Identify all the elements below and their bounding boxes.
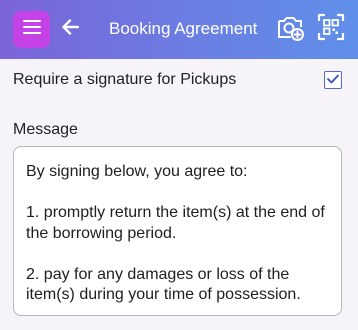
menu-button[interactable] bbox=[13, 11, 50, 48]
signature-setting-label: Require a signature for Pickups bbox=[13, 71, 237, 88]
back-button[interactable] bbox=[58, 17, 82, 41]
app-bar: Booking Agreement bbox=[0, 0, 358, 59]
signature-setting-row: Require a signature for Pickups bbox=[0, 59, 358, 103]
message-paragraph: 1. promptly return the item(s) at the en… bbox=[26, 204, 325, 242]
signature-checkbox[interactable] bbox=[324, 71, 342, 89]
page-title: Booking Agreement bbox=[109, 19, 258, 38]
message-paragraph: 2. pay for any damages or loss of the it… bbox=[26, 265, 301, 304]
message-text: By signing below, you agree to: 1. promp… bbox=[26, 162, 332, 306]
menu-icon bbox=[22, 20, 41, 39]
message-label: Message bbox=[13, 121, 78, 138]
message-textarea[interactable]: By signing below, you agree to: 1. promp… bbox=[13, 146, 342, 316]
message-paragraph: By signing below, you agree to: bbox=[26, 163, 248, 180]
add-photo-button[interactable] bbox=[273, 12, 307, 46]
qr-scan-icon bbox=[317, 13, 345, 46]
back-arrow-icon bbox=[61, 18, 80, 41]
add-photo-icon bbox=[275, 12, 305, 47]
checkmark-icon bbox=[327, 71, 339, 89]
qr-scan-button[interactable] bbox=[314, 12, 348, 46]
